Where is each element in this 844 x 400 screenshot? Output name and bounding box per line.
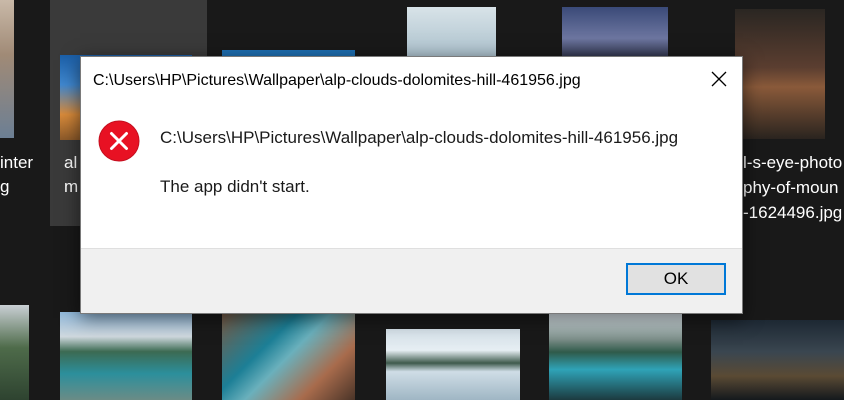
thumbnail-mountain-reflection[interactable] <box>386 329 520 400</box>
thumbnail-lake-forest[interactable] <box>0 305 29 400</box>
file-label-left-2: g <box>0 177 10 196</box>
error-file-path: C:\Users\HP\Pictures\Wallpaper\alp-cloud… <box>160 128 679 147</box>
close-button[interactable] <box>696 57 742 101</box>
file-label-right-1: l-s-eye-photo <box>743 153 843 172</box>
thumbnail-night-sky[interactable] <box>562 7 668 59</box>
close-icon <box>711 71 727 87</box>
file-label-mid-1: al <box>64 153 78 172</box>
thumbnail-moraine-lake[interactable] <box>60 312 192 400</box>
error-dialog: C:\Users\HP\Pictures\Wallpaper\alp-cloud… <box>80 56 743 314</box>
thumbnail-alpine-lake[interactable] <box>549 313 682 400</box>
error-message: The app didn't start. <box>160 177 310 196</box>
dialog-title: C:\Users\HP\Pictures\Wallpaper\alp-cloud… <box>93 72 581 89</box>
thumbnail-mist[interactable] <box>407 7 496 59</box>
ok-button[interactable]: OK <box>626 263 726 295</box>
file-label-left-1: inter <box>0 153 34 172</box>
dialog-footer: OK <box>81 248 742 313</box>
file-label-right-2: phy-of-moun <box>743 178 839 197</box>
thumbnail-winter[interactable] <box>0 0 14 138</box>
file-label-mid-2: m <box>64 177 79 196</box>
file-label-right-3: -1624496.jpg <box>743 203 843 222</box>
thumbnail-house-night[interactable] <box>711 320 844 400</box>
error-icon <box>98 120 140 162</box>
thumbnail-river-rocks[interactable] <box>222 312 355 400</box>
thumbnail-mountain-dusk[interactable] <box>735 9 825 139</box>
